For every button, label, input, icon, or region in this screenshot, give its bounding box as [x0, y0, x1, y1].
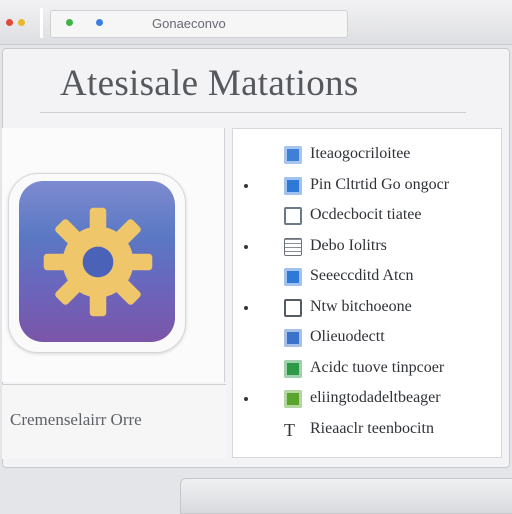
list-item-label: Pin Cltrtid Go ongocr	[310, 176, 450, 193]
bottom-toolbar[interactable]	[180, 478, 512, 514]
list-item-label: Ntw bitchoeone	[310, 298, 412, 315]
list-item[interactable]: Seeeccditd Atcn	[244, 265, 494, 291]
address-text[interactable]: Gonaeconvo	[152, 16, 226, 31]
bullet-icon	[244, 397, 248, 401]
blue-app-icon	[284, 146, 302, 164]
divider	[40, 8, 43, 38]
list-item[interactable]: Ntw bitchoeone	[244, 296, 494, 322]
list-item-label: eliingtodadeltbeager	[310, 389, 441, 406]
blue-bar-icon	[284, 268, 302, 286]
app-icon-tile[interactable]	[8, 173, 186, 353]
bullet-icon	[244, 184, 248, 188]
gear-icon	[43, 207, 153, 317]
tab-dot-icon[interactable]	[96, 19, 103, 26]
list-item[interactable]: Acidc tuove tinpcoer	[244, 357, 494, 383]
list-item-label: Seeeccditd Atcn	[310, 267, 414, 284]
list-item[interactable]: T Rieaaclr teenbocitn	[244, 418, 494, 444]
close-window-icon[interactable]	[6, 19, 13, 26]
list-item[interactable]: Iteaogocriloitee	[244, 143, 494, 169]
text-icon: T	[284, 420, 295, 440]
blue-app-icon	[284, 329, 302, 347]
window-icon	[284, 207, 302, 225]
list-item-label: Acidc tuove tinpcoer	[310, 359, 445, 376]
window-icon	[284, 299, 302, 317]
app-icon	[19, 181, 175, 342]
list-item-label: Iteaogocriloitee	[310, 145, 411, 162]
list-item[interactable]: Debo Iolitrs	[244, 235, 494, 261]
list-item-label: Olieuodectt	[310, 328, 385, 345]
green-app-icon	[284, 390, 302, 408]
title-bar: Gonaeconvo	[0, 0, 512, 45]
list-item[interactable]: Pin Cltrtid Go ongocr	[244, 174, 494, 200]
list-item-label: Rieaaclr teenbocitn	[310, 420, 434, 437]
minimize-window-icon[interactable]	[18, 19, 25, 26]
list-item[interactable]: Ocdecbocit tiatee	[244, 204, 494, 230]
grid-icon	[284, 238, 302, 256]
list-item[interactable]: Olieuodectt	[244, 326, 494, 352]
left-footer-label[interactable]: Cremenselairr Orre	[10, 410, 142, 430]
bullet-icon	[244, 306, 248, 310]
page-title: Atesisale Matations	[60, 63, 359, 104]
list-item-label: Ocdecbocit tiatee	[310, 206, 422, 223]
blue-app-icon	[284, 177, 302, 195]
list-item-label: Debo Iolitrs	[310, 237, 387, 254]
green-app-icon	[284, 360, 302, 378]
bullet-icon	[244, 245, 248, 249]
status-dot-icon	[66, 19, 73, 26]
list-item[interactable]: eliingtodadeltbeager	[244, 387, 494, 413]
